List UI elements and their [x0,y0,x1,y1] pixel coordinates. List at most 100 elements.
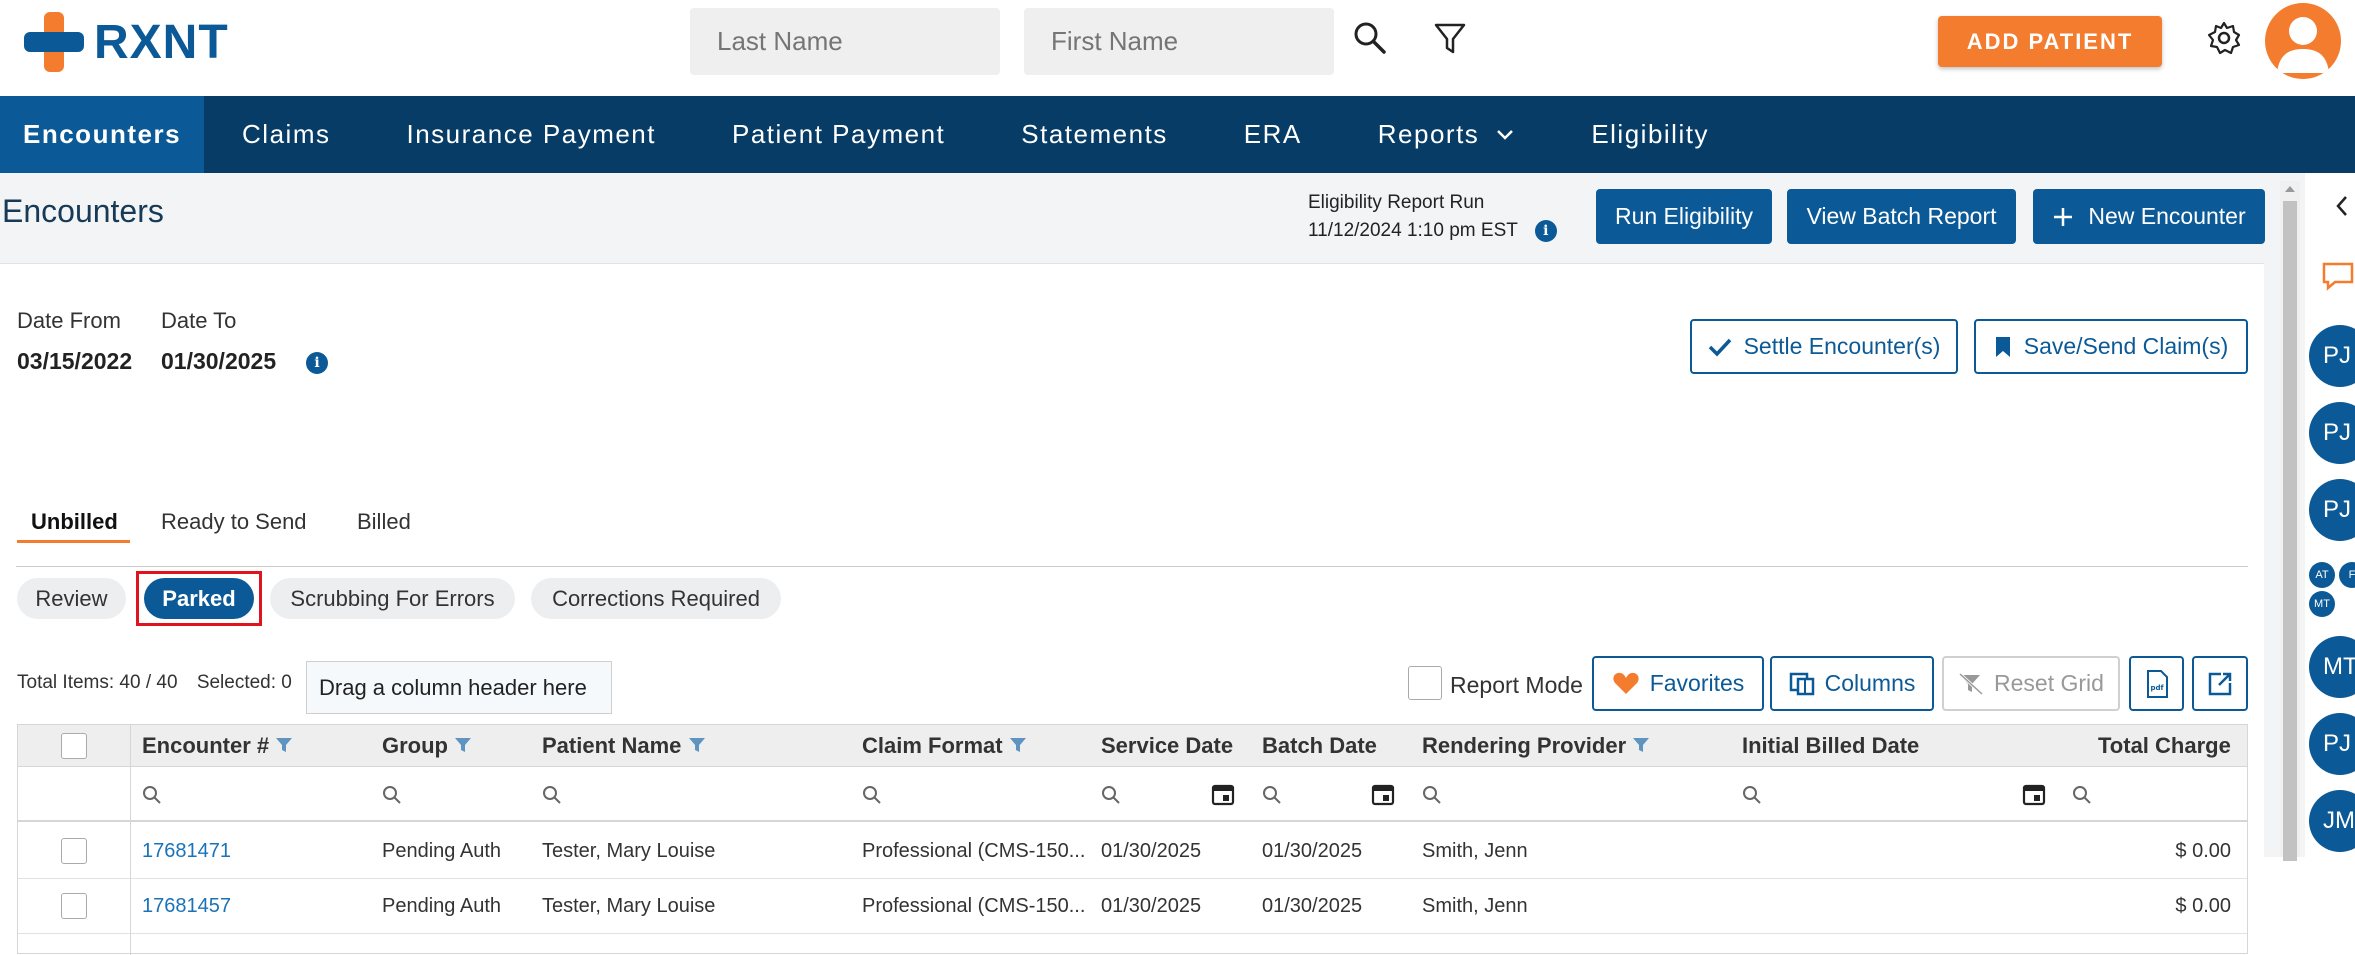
search-icon[interactable] [382,785,402,805]
nav-claims[interactable]: Claims [204,96,368,173]
rxnt-logo[interactable]: RXNT [24,12,229,72]
search-icon[interactable] [1352,20,1392,60]
page-title: Encounters [2,193,164,229]
tab-unbilled[interactable]: Unbilled [31,509,118,535]
side-mini-avatar[interactable]: MT [2309,591,2335,617]
nav-eligibility[interactable]: Eligibility [1553,96,1747,173]
last-name-input[interactable] [690,8,1000,75]
col-initial-billed-date[interactable]: Initial Billed Date [1742,733,1919,759]
app-header: RXNT ADD PATIENT [0,0,2355,96]
nav-encounters[interactable]: Encounters [0,96,205,173]
date-info-icon[interactable]: i [306,352,328,374]
settle-encounters-button[interactable]: Settle Encounter(s) [1690,319,1958,374]
columns-icon [1789,672,1814,695]
side-avatar[interactable]: PJ [2309,402,2355,464]
search-icon[interactable] [2072,785,2092,805]
date-to-value[interactable]: 01/30/2025 [161,348,276,375]
subtab-scrubbing-for-errors[interactable]: Scrubbing For Errors [270,578,515,619]
parked-highlight-box [136,571,262,626]
run-eligibility-button[interactable]: Run Eligibility [1596,189,1772,244]
subtab-review[interactable]: Review [17,578,126,619]
group-drop-zone[interactable]: Drag a column header here [306,661,612,714]
favorites-button[interactable]: Favorites [1592,656,1764,711]
side-avatar[interactable]: PJ [2309,325,2355,387]
report-mode-checkbox[interactable] [1408,666,1442,700]
search-icon[interactable] [1262,785,1282,805]
info-icon[interactable]: i [1534,219,1557,242]
col-rendering-provider[interactable]: Rendering Provider [1422,733,1650,759]
row-checkbox[interactable] [61,893,87,919]
column-filter-icon[interactable] [454,737,472,753]
search-icon[interactable] [142,785,162,805]
calendar-icon[interactable] [1211,782,1235,806]
scrollbar-thumb[interactable] [2283,201,2297,861]
column-filter-icon[interactable] [688,737,706,753]
col-service-date[interactable]: Service Date [1101,733,1233,759]
pdf-export-button[interactable]: pdf [2129,656,2184,711]
column-separator [130,725,131,955]
column-filter-icon[interactable] [1009,737,1027,753]
eligibility-line2: 11/12/2024 1:10 pm EST [1308,220,1518,241]
user-avatar[interactable] [2265,3,2341,79]
new-encounter-button[interactable]: New Encounter [2033,189,2265,244]
view-batch-report-button[interactable]: View Batch Report [1787,189,2016,244]
total-items: Total Items: 40 / 40 [17,672,178,693]
column-filter-icon[interactable] [275,737,293,753]
side-avatar[interactable]: PJ [2309,713,2355,775]
encounter-link[interactable]: 17681457 [142,895,231,918]
reset-grid-button[interactable]: Reset Grid [1942,656,2120,711]
total-charge-cell: $ 0.00 [2175,895,2231,917]
side-avatar[interactable]: PJ [2309,479,2355,541]
col-patient-name[interactable]: Patient Name [542,733,706,759]
search-icon[interactable] [1742,785,1762,805]
search-icon[interactable] [1422,785,1442,805]
nav-era[interactable]: ERA [1206,96,1340,173]
row-checkbox[interactable] [61,838,87,864]
filter-icon[interactable] [1432,20,1472,60]
side-mini-avatar[interactable]: F [2339,562,2355,588]
add-patient-button[interactable]: ADD PATIENT [1938,16,2162,67]
encounter-link[interactable]: 17681471 [142,840,231,863]
search-icon[interactable] [542,785,562,805]
col-claim-format[interactable]: Claim Format [862,733,1027,759]
encounters-card: Date From 03/15/2022 Date To 01/30/2025 … [0,263,2264,955]
search-icon[interactable] [862,785,882,805]
nav-reports[interactable]: Reports [1340,96,1554,173]
scroll-up-icon[interactable] [2280,181,2300,197]
calendar-icon[interactable] [2022,782,2046,806]
patient-cell: Tester, Mary Louise [542,895,716,917]
col-encounter-label: Encounter # [142,733,270,758]
select-all-checkbox[interactable] [61,733,87,759]
table-row[interactable]: 17681457 Pending Auth Tester, Mary Louis… [18,879,2247,934]
main-nav: Encounters Claims Insurance Payment Pati… [0,96,2355,173]
save-send-claims-button[interactable]: Save/Send Claim(s) [1974,319,2248,374]
col-batch-date[interactable]: Batch Date [1262,733,1377,759]
col-encounter[interactable]: Encounter # [142,733,293,759]
nav-patient-payment[interactable]: Patient Payment [694,96,983,173]
encounters-grid: Encounter # Group Patient Name Claim For… [17,724,2248,955]
col-total-charge[interactable]: Total Charge [2098,733,2231,759]
side-avatar[interactable]: MT [2309,636,2355,698]
date-from-value[interactable]: 03/15/2022 [17,348,132,375]
tab-ready-to-send[interactable]: Ready to Send [161,509,307,535]
tab-billed[interactable]: Billed [357,509,411,535]
export-button[interactable] [2192,656,2248,711]
search-icon[interactable] [1101,785,1121,805]
columns-button[interactable]: Columns [1770,656,1934,711]
first-name-input[interactable] [1024,8,1334,75]
side-avatar[interactable]: JM [2309,790,2355,852]
chat-icon[interactable] [2321,261,2355,291]
nav-statements[interactable]: Statements [983,96,1206,173]
calendar-icon[interactable] [1371,782,1395,806]
nav-insurance-payment[interactable]: Insurance Payment [368,96,694,173]
column-filter-icon[interactable] [1632,737,1650,753]
subtab-corrections-required[interactable]: Corrections Required [531,578,781,619]
pdf-icon: pdf [2146,669,2168,698]
chevron-left-icon[interactable] [2335,195,2349,217]
provider-cell: Smith, Jenn [1422,840,1528,862]
vertical-scrollbar[interactable] [2280,181,2300,861]
table-row[interactable]: 17681471 Pending Auth Tester, Mary Louis… [18,824,2247,879]
col-group[interactable]: Group [382,733,472,759]
side-mini-avatar[interactable]: AT [2309,562,2335,588]
gear-icon[interactable] [2206,20,2246,60]
